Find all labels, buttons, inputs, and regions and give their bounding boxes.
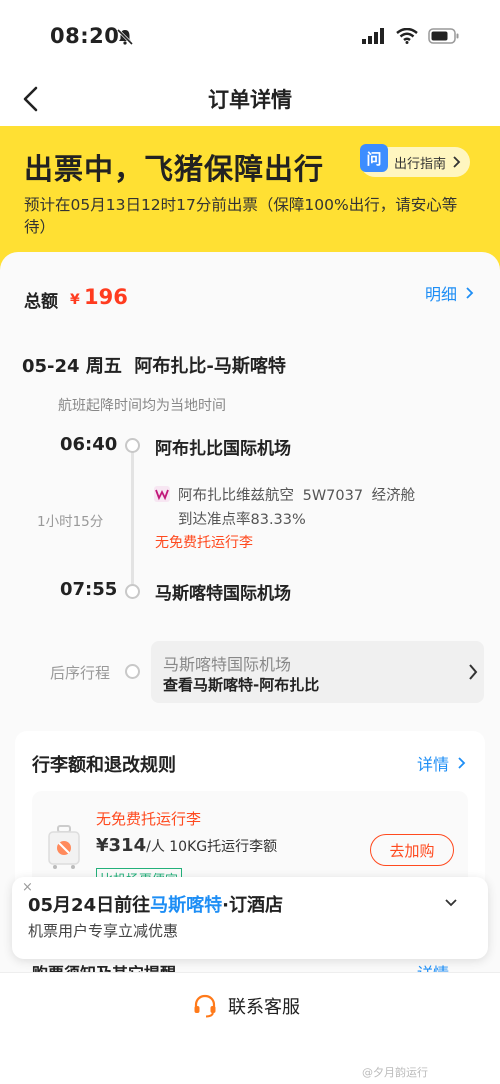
on-time-rate: 到达准点率83.33% — [178, 512, 306, 528]
hotel-city: 马斯喀特 — [150, 895, 223, 916]
hotel-promo-popup[interactable] — [12, 877, 488, 959]
baggage-price-line: ¥314/人 10KG托运行李额 — [96, 835, 277, 856]
notice-title: 购票须知及其它提醒 — [32, 960, 176, 972]
nav-bar: 订单详情 — [0, 72, 500, 126]
wifi-icon — [396, 28, 418, 44]
total-amount: 196 — [84, 285, 128, 309]
departure-airport: 阿布扎比国际机场 — [155, 439, 291, 459]
notice-detail-link[interactable]: 详情 — [417, 960, 449, 972]
status-bar: 08:20 — [0, 0, 500, 72]
departure-time: 06:40 — [60, 434, 118, 455]
arrival-time: 07:55 — [60, 579, 118, 600]
battery-icon — [428, 28, 459, 44]
rules-detail-link[interactable]: 详情 — [417, 751, 467, 775]
contact-service-button[interactable]: 联系客服 — [192, 993, 300, 1019]
next-trip-label: 后序行程 — [50, 664, 111, 682]
bell-muted-icon — [116, 28, 134, 46]
baggage-warning: 无免费托运行李 — [155, 535, 253, 551]
chevron-right-icon — [466, 287, 474, 299]
buy-baggage-button[interactable]: 去加购 — [370, 834, 454, 866]
airline-info: 阿布扎比维兹航空 5W7037 经济舱 — [178, 488, 416, 504]
arrival-dot — [125, 584, 140, 599]
timeline-line — [131, 452, 134, 584]
route-title: 05-24 周五 阿布扎比-马斯喀特 — [22, 356, 286, 377]
rules-detail-label: 详情 — [417, 755, 450, 774]
status-time: 08:20 — [50, 24, 120, 48]
travel-guide-button[interactable]: 问 出行指南 — [360, 144, 471, 177]
headset-icon — [194, 994, 216, 1018]
next-trip-airport: 马斯喀特国际机场 — [163, 655, 292, 674]
hotel-promo-subtitle: 机票用户专享立减优惠 — [28, 922, 179, 940]
next-trip-dot — [125, 664, 140, 679]
signal-icon — [362, 28, 384, 44]
banner-subtitle: 预计在05月13日12时17分前出票（保障100%出行，请安心等待） — [24, 196, 458, 236]
total-label: 总额 — [24, 292, 58, 312]
next-trip-view: 查看马斯喀特-阿布扎比 — [163, 676, 320, 694]
hotel-title-suffix: ·订酒店 — [222, 895, 283, 916]
price-detail-link[interactable]: 明细 — [425, 281, 475, 305]
travel-guide-label: 出行指南 — [394, 156, 447, 172]
chevron-right-icon — [453, 156, 461, 168]
question-icon: 问 — [360, 144, 388, 172]
chevron-down-icon[interactable] — [444, 897, 458, 909]
banner-title: 出票中，飞猪保障出行 — [24, 152, 325, 186]
local-time-note: 航班起降时间均为当地时间 — [58, 398, 226, 414]
arrival-airport: 马斯喀特国际机场 — [155, 584, 291, 604]
hotel-title-prefix: 05月24日前往 — [28, 895, 151, 916]
watermark: @夕月韵运行 — [362, 1066, 428, 1079]
page-title: 订单详情 — [208, 88, 292, 112]
baggage-rules-title: 行李额和退改规则 — [32, 755, 176, 776]
baggage-price: ¥314 — [96, 835, 147, 856]
chevron-right-icon — [469, 664, 478, 680]
chevron-right-icon — [458, 757, 466, 769]
flight-duration: 1小时15分 — [37, 514, 104, 530]
hotel-promo-title: 05月24日前往马斯喀特·订酒店 — [28, 891, 283, 917]
no-free-baggage: 无免费托运行李 — [96, 810, 202, 828]
suitcase-icon — [48, 825, 80, 869]
baggage-price-suffix: /人 10KG托运行李额 — [146, 839, 278, 855]
price-detail-label: 明细 — [425, 285, 458, 304]
contact-service-label: 联系客服 — [228, 997, 300, 1018]
departure-dot — [125, 438, 140, 453]
airline-logo-icon — [154, 486, 170, 502]
currency-symbol: ¥ — [70, 292, 80, 308]
